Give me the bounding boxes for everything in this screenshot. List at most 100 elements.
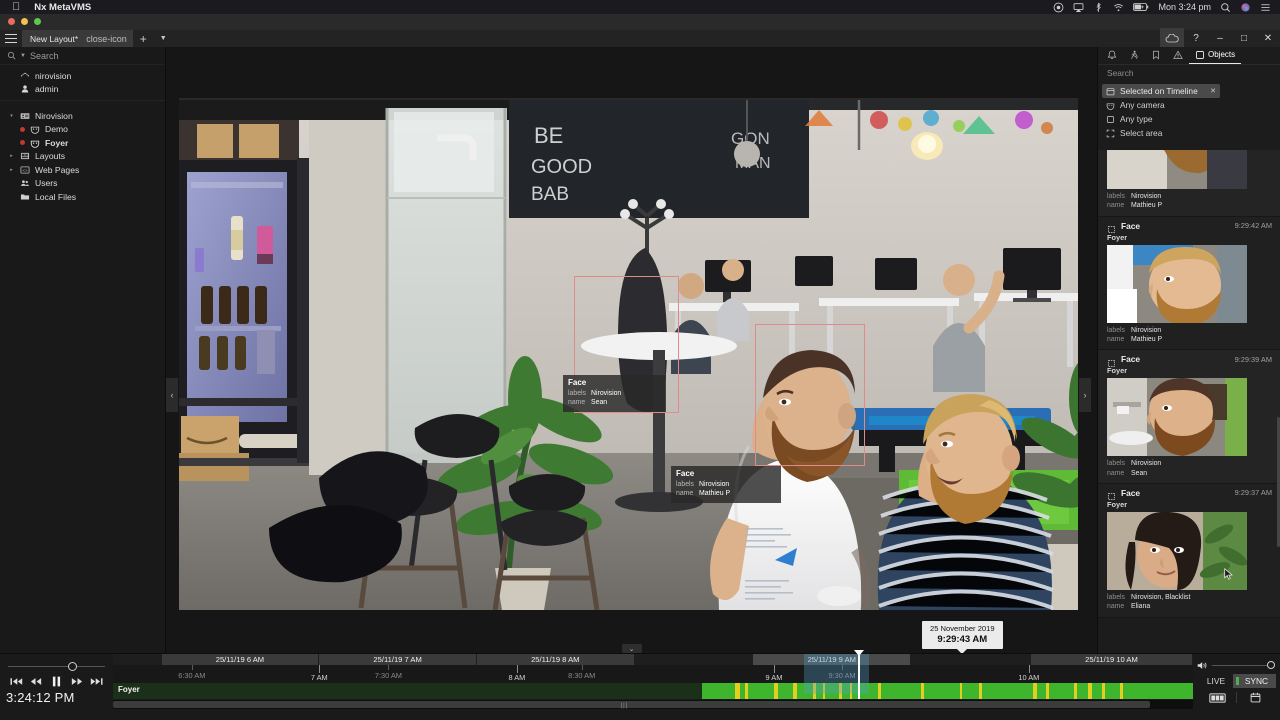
face-bounding-box-mathieu[interactable] [755, 324, 865, 466]
filter-any-camera[interactable]: Any camera [1106, 98, 1272, 112]
chevron-down-icon[interactable]: ▼ [154, 35, 173, 42]
object-card[interactable]: Face 9:29:42 AM Foyer labels Nirovision … [1098, 216, 1280, 351]
live-sync-buttons: LIVE SYNC [1193, 670, 1280, 688]
sidebar-item-web-pages[interactable]: ▸ <> Web Pages [0, 163, 165, 177]
pause-icon[interactable] [48, 675, 64, 687]
speed-slider[interactable] [8, 662, 105, 671]
timeline-hour-ruler[interactable]: 25/11/19 6 AM 25/11/19 7 AM 25/11/19 8 A… [113, 654, 1193, 665]
timeline-minute-ruler[interactable]: 6:30 AM 7 AM 7:30 AM 8 AM 8:30 AM 9 AM 9… [113, 665, 1193, 683]
search-input[interactable]: Search [30, 51, 59, 61]
add-tab-button[interactable]: + [133, 33, 154, 45]
window-close-button[interactable] [8, 18, 15, 25]
sidebar-item-nirovision[interactable]: ▾ Nirovision [0, 109, 165, 123]
tab-motion[interactable] [1123, 46, 1145, 64]
record-icon[interactable] [1053, 2, 1064, 13]
macos-clock[interactable]: Mon 3:24 pm [1158, 2, 1211, 12]
window-zoom-button[interactable] [34, 18, 41, 25]
object-card-thumbnail[interactable] [1107, 244, 1247, 323]
calendar-icon[interactable] [1237, 692, 1274, 703]
fast-forward-icon[interactable] [69, 675, 85, 687]
timeline-hour-label[interactable]: 25/11/19 6 AM [161, 654, 320, 665]
maximize-button[interactable]: □ [1232, 28, 1256, 48]
close-icon[interactable]: close-icon [86, 34, 127, 44]
timeline-archive-bar[interactable]: Foyer [113, 683, 1193, 699]
sidebar-item-demo[interactable]: Demo [0, 123, 165, 137]
speaker-icon [1197, 662, 1207, 669]
timeline-right-controls: LIVE SYNC [1193, 654, 1280, 720]
filter-any-type[interactable]: Any type [1106, 112, 1272, 126]
sidebar-item-foyer[interactable]: Foyer [0, 136, 165, 150]
objects-search-input[interactable]: Search [1098, 65, 1280, 81]
object-card[interactable]: Face 9:29:39 AM Foyer labels Nirovision … [1098, 350, 1280, 484]
sidebar-item-admin[interactable]: admin [0, 83, 165, 97]
sidebar-item-layouts[interactable]: ▸ Layouts [0, 150, 165, 164]
camera-video-foyer[interactable]: BE GOOD BAB GON MAN [179, 98, 1078, 610]
thumbnails-icon[interactable] [1199, 692, 1236, 703]
minimize-button[interactable]: – [1208, 28, 1232, 48]
battery-icon [1133, 2, 1149, 12]
warning-icon [1173, 50, 1183, 59]
control-center-icon[interactable] [1260, 2, 1271, 13]
rewind-icon[interactable] [28, 675, 44, 687]
speed-slider-knob[interactable] [68, 662, 77, 671]
sidebar-item-users[interactable]: Users [0, 177, 165, 191]
prev-item-arrow[interactable]: ‹ [166, 378, 178, 412]
expand-arrow-icon[interactable]: ▸ [8, 167, 15, 173]
meta-labels-value: Nirovision [1131, 193, 1162, 200]
sidebar-item-local-files[interactable]: Local Files [0, 190, 165, 204]
sidebar-item-label: Local Files [35, 191, 77, 202]
skip-end-icon[interactable] [89, 675, 105, 687]
sidebar-search[interactable]: ▼ Search [0, 47, 165, 65]
object-card-thumbnail[interactable] [1107, 378, 1247, 457]
zoom-scrollbar-grip[interactable]: ||| [621, 703, 629, 709]
spotlight-search-icon[interactable] [1220, 2, 1231, 13]
objects-results-list[interactable]: Face labels [1098, 150, 1280, 653]
apple-logo-icon[interactable]:  [12, 1, 20, 13]
tab-new-layout[interactable]: New Layout* close-icon [22, 30, 133, 47]
timeline-hour-label[interactable]: 25/11/19 7 AM [319, 654, 477, 665]
timeline-hour-label[interactable]: 25/11/19 10 AM [1031, 654, 1193, 665]
tab-objects[interactable]: Objects [1189, 46, 1242, 64]
next-item-arrow[interactable]: › [1079, 378, 1091, 412]
tab-bookmarks[interactable] [1145, 46, 1167, 64]
object-card-thumbnail[interactable] [1107, 511, 1247, 590]
wifi-icon[interactable] [1113, 2, 1124, 13]
filter-remove-icon[interactable]: ✕ [1210, 87, 1220, 95]
airplay-icon[interactable] [1073, 2, 1084, 13]
live-button[interactable]: LIVE [1199, 674, 1233, 688]
sync-button[interactable]: SYNC [1232, 674, 1276, 688]
sidebar-resource-tree: ▾ Nirovision Demo Foyer ▸ Layouts ▸ <> W… [0, 105, 165, 204]
close-button[interactable]: ✕ [1256, 28, 1280, 48]
timeline-expand-chevron[interactable]: ⌄ [621, 644, 642, 653]
timeline-zoom-scrollbar[interactable]: ||| [113, 700, 1193, 709]
help-button[interactable]: ? [1184, 28, 1208, 48]
window-minimize-button[interactable] [21, 18, 28, 25]
expand-arrow-icon[interactable]: ▸ [8, 153, 15, 159]
tab-events[interactable] [1167, 46, 1189, 64]
sidebar-item-label: Layouts [35, 151, 66, 162]
expand-arrow-icon[interactable]: ▾ [8, 113, 15, 119]
siri-icon[interactable] [1240, 2, 1251, 13]
object-card-thumbnail[interactable] [1107, 150, 1247, 189]
object-card[interactable]: Face labels [1098, 150, 1280, 217]
filter-selected-on-timeline[interactable]: Selected on Timeline ✕ [1102, 84, 1220, 98]
chevron-down-icon[interactable]: ▼ [20, 53, 26, 59]
sidebar-item-label: Demo [45, 124, 68, 135]
bluetooth-icon[interactable] [1093, 2, 1104, 13]
filter-select-area[interactable]: Select area [1106, 126, 1272, 140]
tab-notifications[interactable] [1101, 46, 1123, 64]
timeline-playhead[interactable] [852, 650, 867, 699]
skip-start-icon[interactable] [8, 675, 24, 687]
meta-name-key: name [1107, 202, 1125, 210]
hamburger-menu-icon[interactable] [0, 30, 22, 47]
timeline[interactable]: 25/11/19 6 AM 25/11/19 7 AM 25/11/19 8 A… [113, 650, 1193, 720]
volume-slider[interactable] [1193, 654, 1280, 670]
object-card[interactable]: Face 9:29:37 AM Foyer labels Nirovision,… [1098, 483, 1280, 618]
cloud-icon[interactable] [1160, 28, 1184, 48]
objects-icon [1107, 221, 1116, 234]
sidebar-item-nirovision-system[interactable]: nirovision [0, 69, 165, 83]
volume-knob[interactable] [1267, 661, 1275, 669]
timeline-hour-label[interactable]: 25/11/19 8 AM [476, 654, 635, 665]
zoom-scrollbar-thumb[interactable] [113, 701, 1150, 708]
camera-icon [1106, 101, 1115, 110]
